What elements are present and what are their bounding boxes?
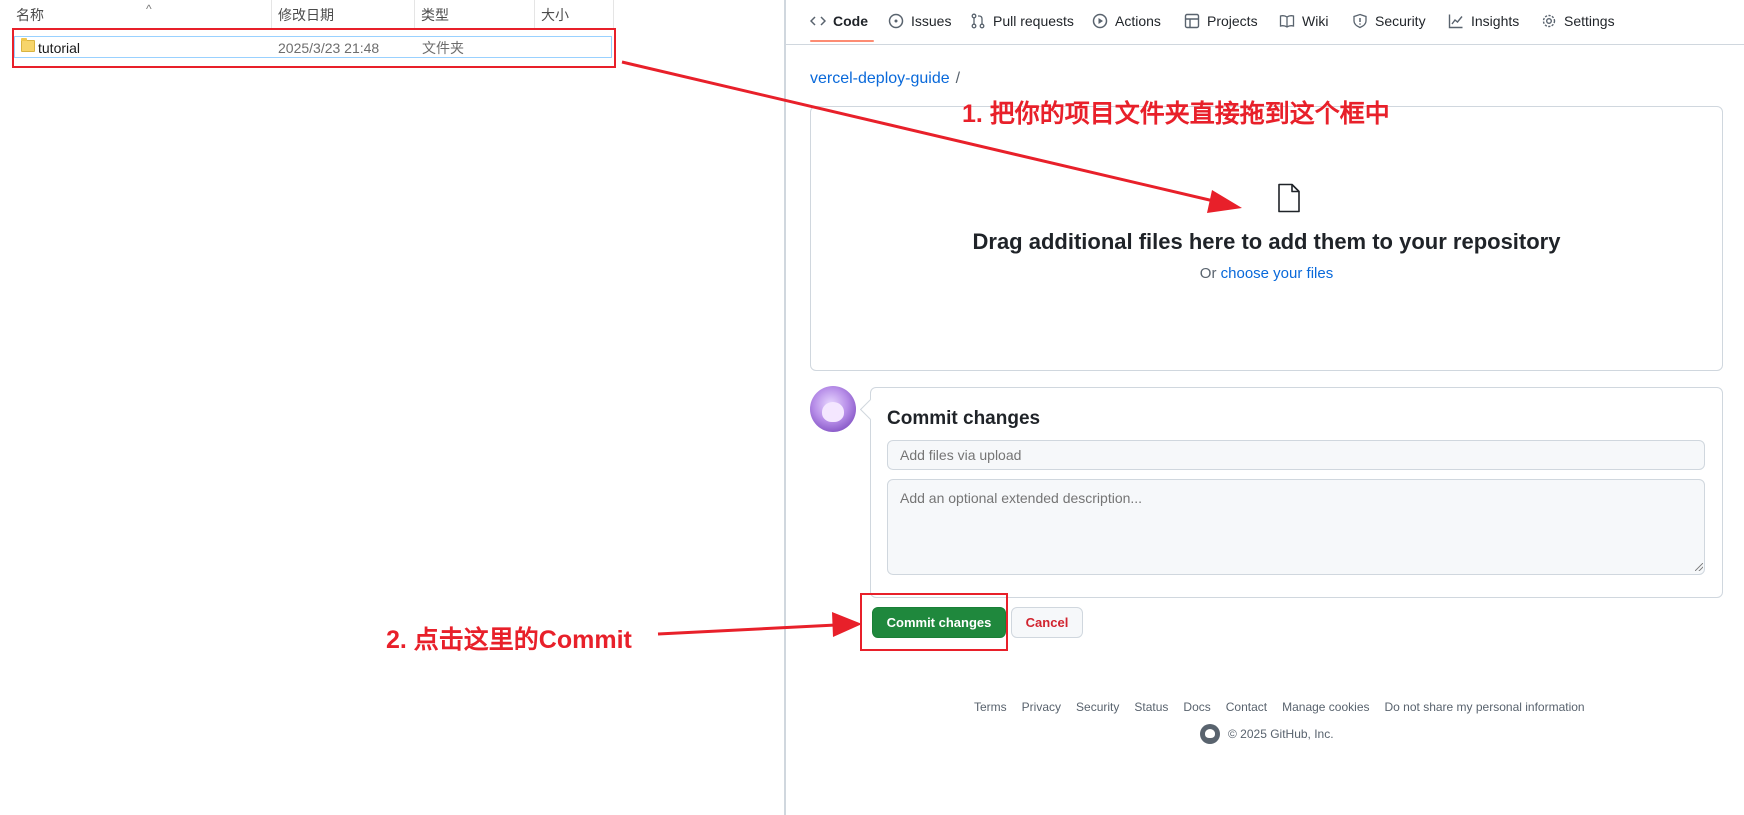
tab-wiki-label: Wiki — [1302, 13, 1329, 29]
column-type[interactable]: 类型 — [415, 0, 535, 28]
commit-summary-input[interactable] — [887, 440, 1705, 470]
footer-link-docs[interactable]: Docs — [1183, 700, 1210, 714]
tab-pull-requests[interactable]: Pull requests — [970, 0, 1074, 42]
avatar — [810, 386, 856, 432]
annotation-step2: 2. 点击这里的Commit — [386, 626, 632, 654]
footer-link-terms[interactable]: Terms — [974, 700, 1007, 714]
column-name-label: 名称 — [16, 7, 44, 23]
github-logo-icon[interactable] — [1200, 724, 1220, 744]
table-icon — [1184, 13, 1200, 29]
file-explorer: 名称 ^ 修改日期 类型 大小 tutorial 2025/3/23 21:48… — [0, 0, 784, 815]
commit-description-textarea[interactable] — [887, 479, 1705, 575]
footer-link-security[interactable]: Security — [1076, 700, 1119, 714]
tab-actions-label: Actions — [1115, 13, 1161, 29]
footer-link-contact[interactable]: Contact — [1226, 700, 1267, 714]
tab-security-label: Security — [1375, 13, 1426, 29]
gear-icon — [1542, 14, 1556, 28]
tab-code[interactable]: Code — [810, 0, 868, 42]
column-name[interactable]: 名称 ^ — [10, 0, 272, 28]
issue-opened-icon — [888, 13, 904, 29]
tab-issues-label: Issues — [911, 13, 952, 29]
tab-pull-requests-label: Pull requests — [993, 13, 1074, 29]
dropzone-title: Drag additional files here to add them t… — [972, 229, 1561, 254]
sort-ascending-icon: ^ — [146, 2, 152, 16]
footer-link-do-not-share[interactable]: Do not share my personal information — [1385, 700, 1585, 714]
repo-tab-nav: Code Issues Pull requests Actions Projec… — [786, 0, 1744, 45]
commit-panel: Commit changes — [870, 387, 1723, 598]
shield-icon — [1353, 13, 1367, 29]
tab-actions[interactable]: Actions — [1092, 0, 1161, 42]
annotation-box-folder — [12, 28, 616, 68]
choose-files-link[interactable]: choose your files — [1221, 265, 1334, 282]
footer-link-status[interactable]: Status — [1134, 700, 1168, 714]
file-icon — [1278, 183, 1300, 213]
tab-wiki[interactable]: Wiki — [1279, 0, 1328, 42]
explorer-column-header: 名称 ^ 修改日期 类型 大小 — [0, 0, 614, 28]
tab-settings-label: Settings — [1564, 13, 1615, 29]
tab-projects[interactable]: Projects — [1184, 0, 1258, 42]
tab-security[interactable]: Security — [1352, 0, 1426, 42]
footer-links: Terms Privacy Security Status Docs Conta… — [974, 700, 1585, 714]
annotation-step1: 1. 把你的项目文件夹直接拖到这个框中 — [962, 100, 1390, 128]
column-size-label: 大小 — [541, 7, 569, 23]
commit-title: Commit changes — [887, 408, 1041, 429]
play-icon — [1092, 13, 1108, 29]
tab-insights[interactable]: Insights — [1448, 0, 1519, 42]
tab-projects-label: Projects — [1207, 13, 1258, 29]
tab-code-label: Code — [833, 13, 868, 29]
column-type-label: 类型 — [421, 7, 449, 23]
file-dropzone[interactable]: Drag additional files here to add them t… — [810, 106, 1723, 371]
book-icon — [1279, 15, 1295, 28]
breadcrumb: vercel-deploy-guide / — [810, 70, 960, 88]
git-pull-request-icon — [971, 13, 985, 29]
annotation-box-commit — [860, 593, 1008, 651]
dropzone-or-text: Or — [1199, 265, 1217, 282]
resize-grip-icon[interactable] — [1695, 563, 1703, 571]
copyright-text: © 2025 GitHub, Inc. — [1228, 727, 1334, 741]
breadcrumb-separator: / — [955, 70, 961, 87]
dropzone-subtitle: Or choose your files — [811, 265, 1722, 282]
column-modified-label: 修改日期 — [278, 7, 334, 23]
graph-icon — [1448, 14, 1463, 29]
footer-link-privacy[interactable]: Privacy — [1022, 700, 1061, 714]
column-modified[interactable]: 修改日期 — [272, 0, 415, 28]
code-icon — [810, 16, 826, 26]
repo-link[interactable]: vercel-deploy-guide — [810, 70, 950, 87]
cancel-button[interactable]: Cancel — [1011, 607, 1083, 638]
column-size[interactable]: 大小 — [535, 0, 614, 28]
footer-copyright: © 2025 GitHub, Inc. — [1200, 724, 1334, 744]
tab-issues[interactable]: Issues — [888, 0, 951, 42]
footer-link-manage-cookies[interactable]: Manage cookies — [1282, 700, 1369, 714]
active-tab-indicator — [810, 40, 874, 42]
tab-insights-label: Insights — [1471, 13, 1520, 29]
tab-settings[interactable]: Settings — [1541, 0, 1615, 42]
